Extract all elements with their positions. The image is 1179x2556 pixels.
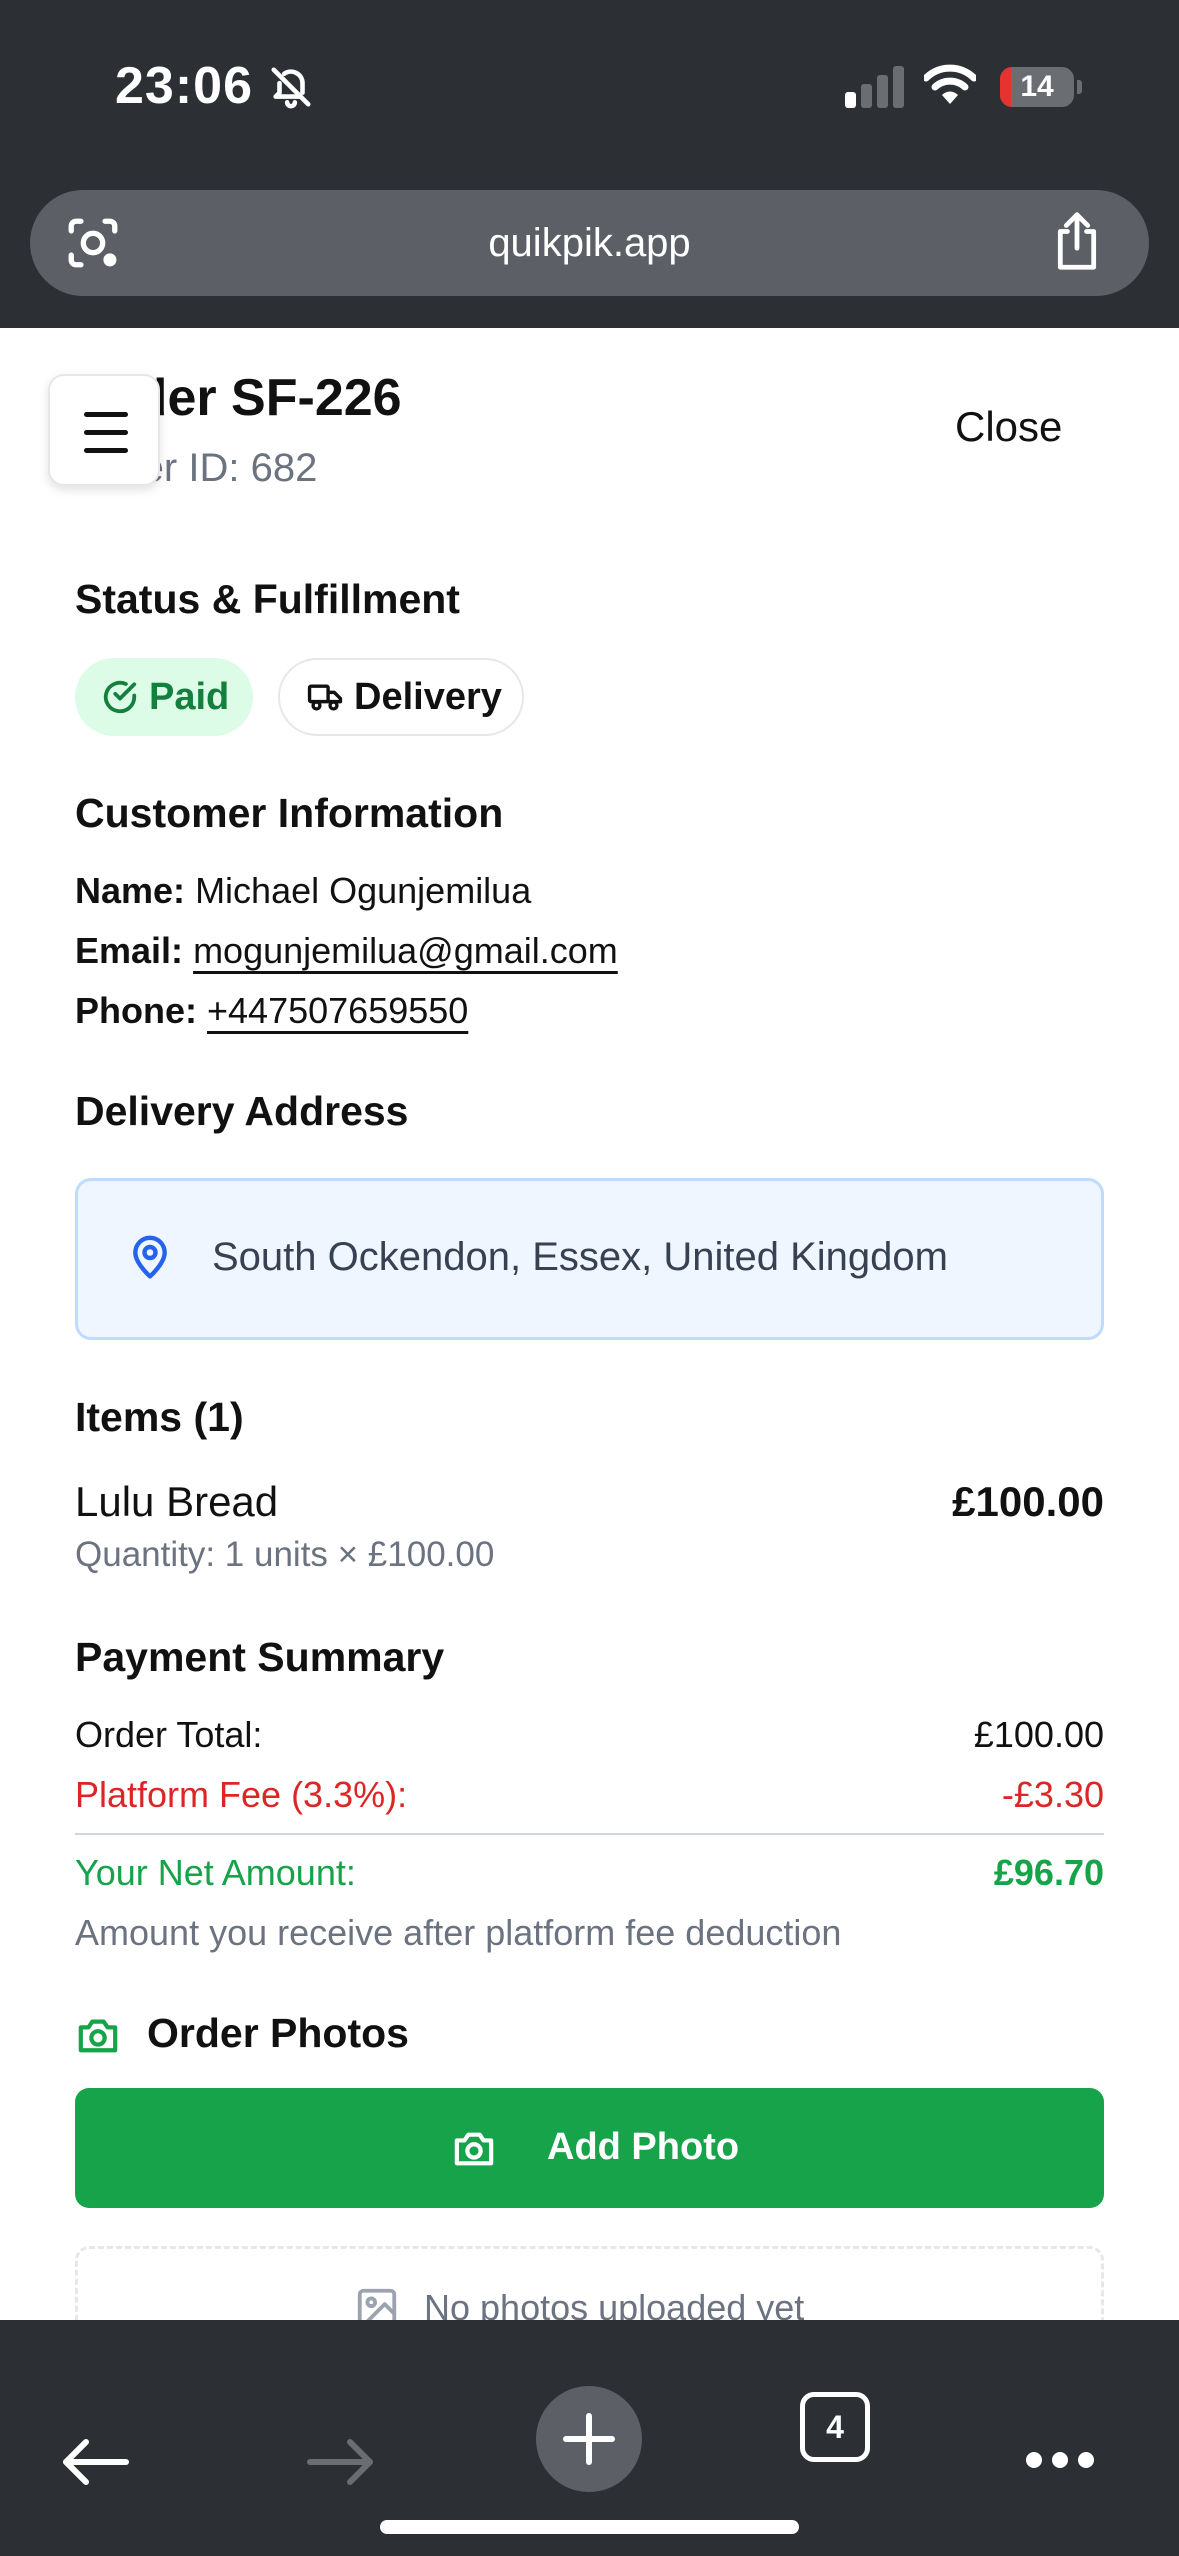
clock: 23:06 [115,57,253,115]
item-quantity: Quantity: 1 units × £100.00 [75,1535,495,1574]
camera-icon [78,2019,118,2053]
address-card: South Ockendon, Essex, United Kingdom [75,1178,1104,1340]
bell-slash-icon [271,67,311,109]
delivery-badge: Delivery [278,658,524,736]
back-arrow-icon[interactable] [60,2438,130,2486]
wifi-icon [924,64,976,104]
delivery-label: Delivery [354,676,502,718]
close-button[interactable]: Close [955,403,1062,451]
item-price: £100.00 [952,1478,1104,1525]
customer-heading: Customer Information [75,790,504,836]
check-circle-icon [103,680,137,714]
order-detail-page: Order SF-226 Order ID: 682 Close Status … [0,328,1179,2328]
battery-level: 14 [1020,70,1054,103]
truck-icon [307,684,343,711]
net-amount-note: Amount you receive after platform fee de… [75,1912,842,1953]
tabs-icon[interactable]: 4 [800,2392,870,2462]
customer-phone-row: Phone: +447507659550 [75,990,469,1031]
map-pin-icon [133,1235,167,1279]
browser-toolbar: 4 [0,2320,1179,2556]
camera-icon [454,2132,494,2166]
signal-icon [845,66,904,108]
address-bar[interactable]: quikpik.app [30,190,1149,296]
email-link[interactable]: mogunjemilua@gmail.com [193,930,618,971]
platform-fee-value: -£3.30 [1001,1774,1104,1815]
add-photo-label: Add Photo [547,2126,740,2168]
status-heading: Status & Fulfillment [75,576,460,622]
net-amount-value: £96.70 [993,1852,1104,1893]
photos-empty-state: No photos uploaded yet [75,2246,1104,2328]
customer-name-row: Name: Michael Ogunjemilua [75,870,532,911]
menu-icon [84,412,128,417]
share-icon[interactable] [1048,210,1106,272]
order-total-row: Order Total: £100.00 [75,1714,1104,1755]
order-total-value: £100.00 [973,1714,1104,1755]
plus-icon [563,2413,615,2465]
more-icon[interactable] [1024,2450,1096,2470]
new-tab-button[interactable] [536,2386,642,2492]
home-indicator [380,2520,799,2534]
url-text[interactable]: quikpik.app [30,190,1149,296]
divider [75,1833,1104,1835]
add-photo-button[interactable]: Add Photo [75,2088,1104,2208]
photos-heading: Order Photos [147,2010,409,2056]
payment-heading: Payment Summary [75,1634,445,1680]
phone-link[interactable]: +447507659550 [207,990,468,1031]
platform-fee-row: Platform Fee (3.3%): -£3.30 [75,1774,1104,1815]
paid-badge: Paid [75,658,253,736]
net-amount-row: Your Net Amount: £96.70 [75,1852,1104,1893]
delivery-address: South Ockendon, Essex, United Kingdom [212,1235,948,1279]
status-bar: 23:06 14 [0,0,1179,170]
forward-arrow-icon[interactable] [306,2438,376,2486]
menu-button[interactable] [48,374,160,486]
customer-name: Michael Ogunjemilua [195,870,532,911]
item-name: Lulu Bread [75,1478,279,1525]
items-heading: Items (1) [75,1394,244,1440]
paid-label: Paid [149,676,230,718]
delivery-heading: Delivery Address [75,1088,409,1134]
battery-icon: 14 [1000,67,1074,107]
customer-email-row: Email: mogunjemilua@gmail.com [75,930,618,971]
